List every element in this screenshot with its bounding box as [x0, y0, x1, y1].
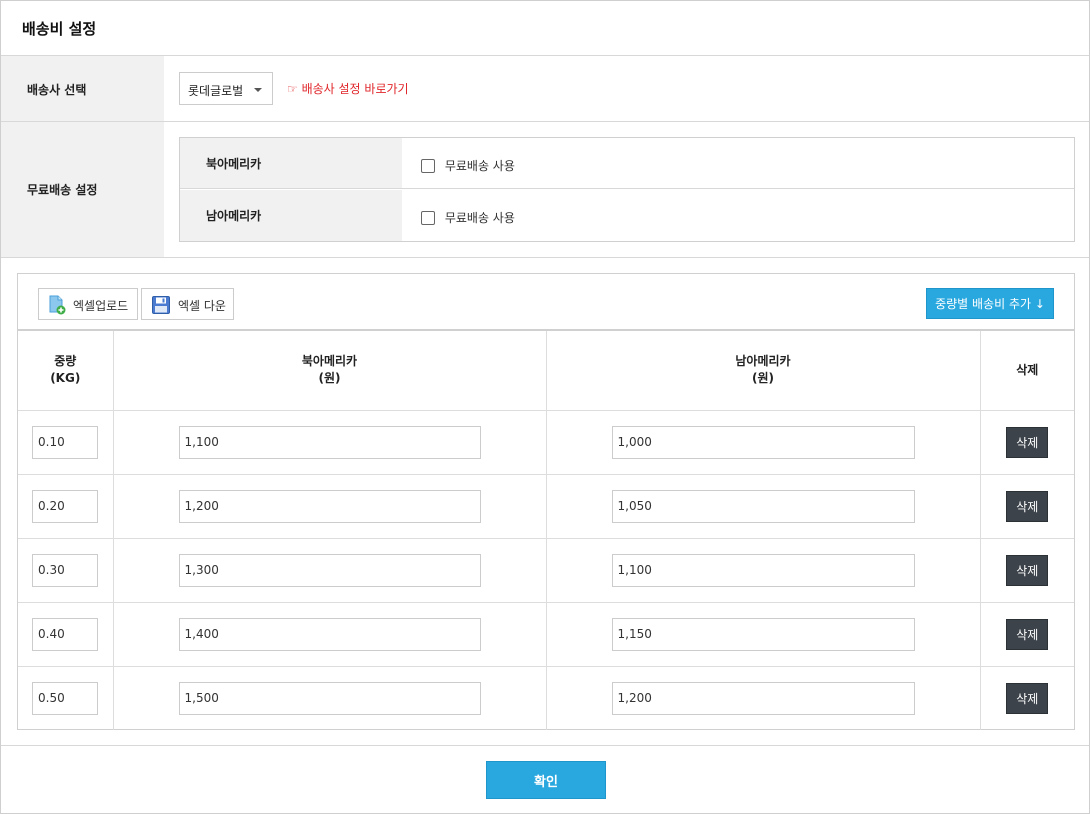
region-name: 남아메리카: [206, 209, 262, 223]
delete-column-header: 삭제: [980, 329, 1074, 411]
north-america-column-header: 북아메리카 (원): [113, 329, 547, 411]
south-header-label: 남아메리카: [735, 354, 791, 369]
free-shipping-region-south: 남아메리카 무료배송 사용: [180, 190, 1074, 241]
north-america-fee-input[interactable]: [178, 681, 481, 715]
free-shipping-row: 무료배송 설정 북아메리카 무료배송 사용 남아메리카 무료배송 사용: [1, 122, 1089, 258]
free-shipping-toggle-north[interactable]: 무료배송 사용: [421, 157, 515, 174]
weight-input[interactable]: [32, 553, 98, 587]
free-shipping-checkbox-label: 무료배송 사용: [444, 211, 515, 225]
north-america-fee-input[interactable]: [178, 425, 481, 459]
south-header-unit: (원): [751, 371, 774, 386]
excel-upload-button[interactable]: 엑셀업로드: [38, 288, 138, 320]
page-header: 배송비 설정: [1, 1, 1089, 56]
north-america-fee-input[interactable]: [178, 553, 481, 587]
weight-rate-table: 중량 (KG) 북아메리카 (원) 남아메리카 (원) 삭제 0.10 1,10…: [18, 329, 1074, 730]
south-america-column-header: 남아메리카 (원): [546, 329, 981, 411]
table-header-row: 중량 (KG) 북아메리카 (원) 남아메리카 (원) 삭제: [18, 329, 1074, 411]
chevron-down-icon: [254, 88, 262, 92]
weight-input[interactable]: [32, 425, 98, 459]
free-shipping-label-cell: 무료배송 설정: [1, 122, 164, 257]
carrier-select-value: 롯데글로벌: [188, 84, 244, 98]
south-america-fee-input[interactable]: [611, 425, 915, 459]
region-name: 북아메리카: [206, 157, 262, 171]
south-america-fee-input[interactable]: [611, 681, 915, 715]
carrier-select[interactable]: 롯데글로벌: [179, 72, 273, 105]
excel-upload-label: 엑셀업로드: [73, 299, 129, 313]
table-row: 삭제: [18, 538, 1074, 603]
free-shipping-region-north: 북아메리카 무료배송 사용: [180, 138, 1074, 189]
floppy-disk-icon: [151, 295, 171, 318]
region-label-cell: 남아메리카: [180, 190, 402, 241]
excel-download-label: 엑셀 다운: [178, 299, 226, 313]
excel-download-button[interactable]: 엑셀 다운: [141, 288, 234, 320]
carrier-label: 배송사 선택: [27, 83, 87, 97]
north-america-fee-input[interactable]: [178, 617, 481, 651]
free-shipping-toggle-south[interactable]: 무료배송 사용: [421, 209, 515, 226]
carrier-row: 배송사 선택 롯데글로벌 ☞ 배송사 설정 바로가기: [1, 56, 1089, 122]
weight-input[interactable]: [32, 489, 98, 523]
weight-column-header: 중량 (KG): [18, 329, 114, 411]
table-row: 삭제: [18, 474, 1074, 539]
table-row: 삭제: [18, 602, 1074, 667]
free-shipping-checkbox-north[interactable]: [421, 158, 435, 173]
free-shipping-label: 무료배송 설정: [27, 183, 98, 197]
delete-row-button[interactable]: 삭제: [1006, 426, 1049, 458]
free-shipping-table: 북아메리카 무료배송 사용 남아메리카 무료배송 사용: [179, 137, 1075, 242]
table-row: 삭제: [18, 666, 1074, 730]
delete-row-button[interactable]: 삭제: [1006, 490, 1049, 522]
carrier-label-cell: 배송사 선택: [1, 56, 164, 121]
delete-row-button[interactable]: 삭제: [1006, 554, 1049, 586]
south-america-fee-input[interactable]: [611, 617, 915, 651]
north-header-label: 북아메리카: [301, 354, 358, 369]
page-title: 배송비 설정: [22, 20, 97, 38]
weight-header-label: 중량: [54, 354, 77, 369]
weight-header-unit: (KG): [50, 371, 81, 386]
delete-header-label: 삭제: [1016, 362, 1039, 377]
delete-row-button[interactable]: 삭제: [1006, 682, 1049, 714]
region-label-cell: 북아메리카: [180, 138, 402, 188]
free-shipping-checkbox-south[interactable]: [421, 210, 435, 225]
footer-divider: [1, 745, 1089, 746]
north-header-unit: (원): [318, 371, 341, 386]
weight-input[interactable]: [32, 681, 98, 715]
excel-upload-icon: [48, 295, 66, 318]
weight-input[interactable]: [32, 617, 98, 651]
add-weight-rate-button[interactable]: 중량별 배송비 추가 ↓: [926, 288, 1054, 319]
south-america-fee-input[interactable]: [611, 553, 915, 587]
free-shipping-checkbox-label: 무료배송 사용: [444, 159, 515, 173]
carrier-settings-link[interactable]: ☞ 배송사 설정 바로가기: [287, 80, 409, 97]
north-america-fee-input[interactable]: [178, 489, 481, 523]
confirm-button[interactable]: 확인: [486, 761, 606, 799]
south-america-fee-input[interactable]: [611, 489, 915, 523]
table-row: 삭제: [18, 410, 1074, 475]
delete-row-button[interactable]: 삭제: [1006, 618, 1049, 650]
weight-rate-panel: 엑셀업로드 엑셀 다운 중량별 배송비 추가 ↓ 중량 (KG) 북아메리카 (…: [17, 273, 1075, 730]
shipping-fee-settings-window: 배송비 설정 배송사 선택 롯데글로벌 ☞ 배송사 설정 바로가기 무료배송 설…: [0, 0, 1090, 814]
